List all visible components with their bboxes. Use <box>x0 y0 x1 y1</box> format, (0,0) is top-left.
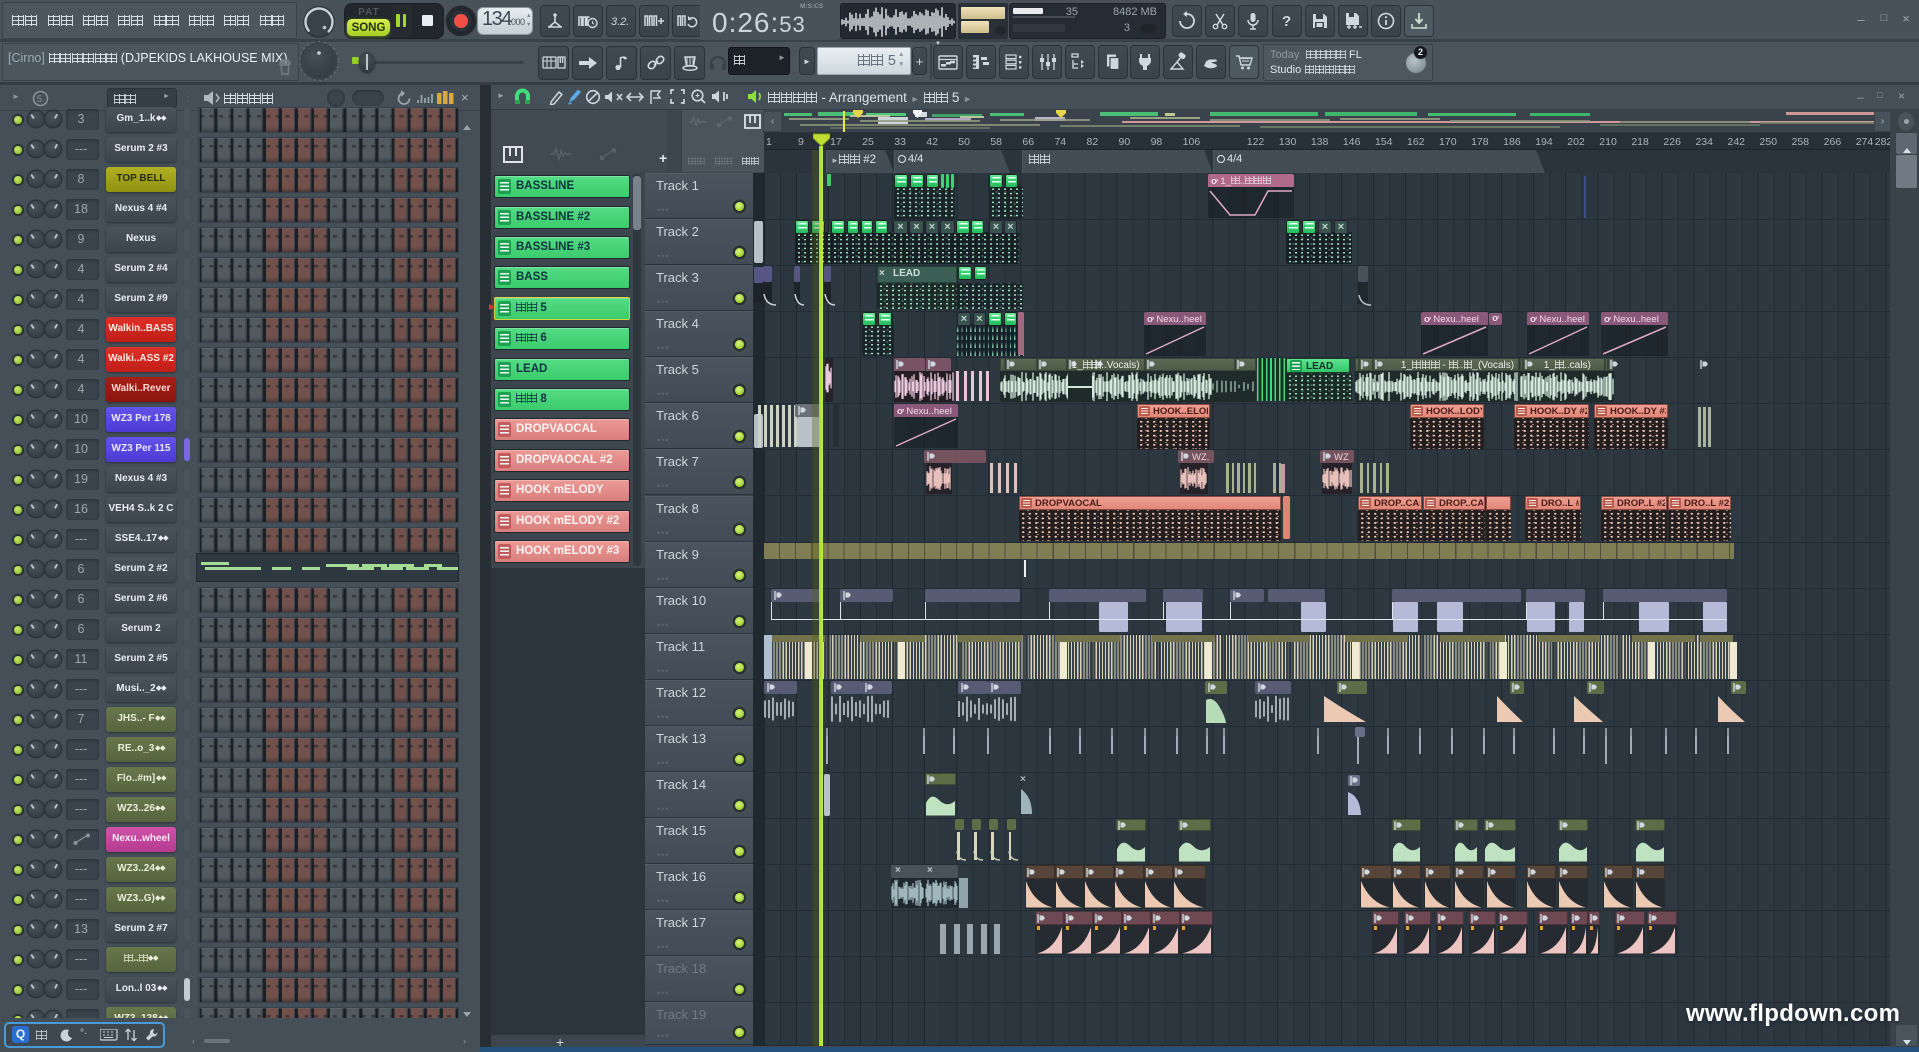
svg-text:5: 5 <box>37 94 42 104</box>
svg-text:3.2.: 3.2. <box>611 16 629 28</box>
